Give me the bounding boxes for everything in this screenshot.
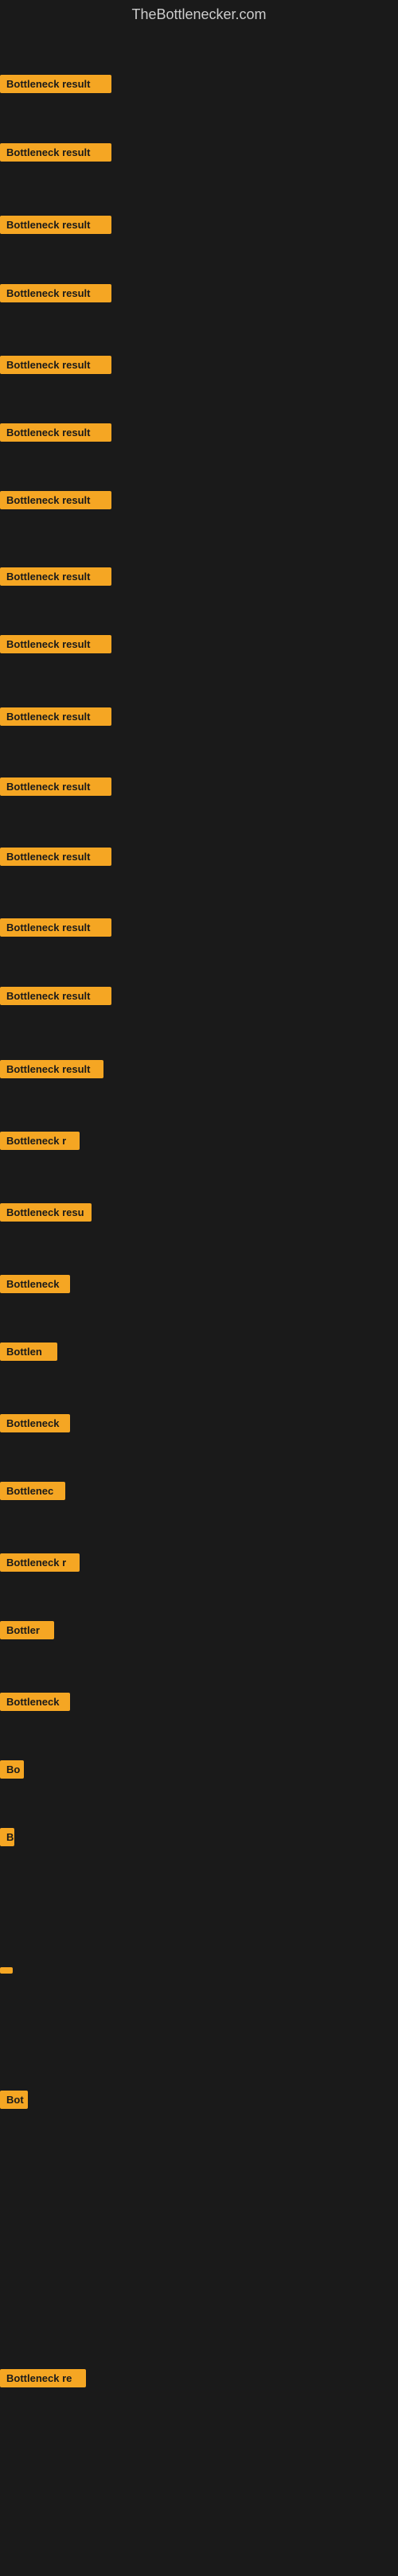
bottleneck-item-9[interactable]: Bottleneck result <box>0 635 111 657</box>
bottleneck-item-11[interactable]: Bottleneck result <box>0 777 111 800</box>
bottleneck-badge-25: Bo <box>0 1760 24 1779</box>
bottleneck-item-10[interactable]: Bottleneck result <box>0 707 111 730</box>
bottleneck-item-28[interactable]: Bot <box>0 2091 28 2113</box>
bottleneck-item-14[interactable]: Bottleneck result <box>0 987 111 1009</box>
bottleneck-item-25[interactable]: Bo <box>0 1760 24 1783</box>
bottleneck-item-16[interactable]: Bottleneck r <box>0 1132 80 1154</box>
bottleneck-badge-21: Bottlenec <box>0 1482 65 1500</box>
bottleneck-item-23[interactable]: Bottler <box>0 1621 54 1643</box>
bottleneck-item-1[interactable]: Bottleneck result <box>0 75 111 97</box>
bottleneck-badge-28: Bot <box>0 2091 28 2109</box>
bottleneck-badge-17: Bottleneck resu <box>0 1203 92 1222</box>
bottleneck-badge-26: B <box>0 1828 14 1846</box>
bottleneck-item-3[interactable]: Bottleneck result <box>0 216 111 238</box>
bottleneck-item-8[interactable]: Bottleneck result <box>0 567 111 590</box>
bottleneck-badge-16: Bottleneck r <box>0 1132 80 1150</box>
bottleneck-badge-13: Bottleneck result <box>0 918 111 937</box>
site-title: TheBottlenecker.com <box>0 0 398 29</box>
bottleneck-badge-1: Bottleneck result <box>0 75 111 93</box>
bottleneck-badge-22: Bottleneck r <box>0 1553 80 1572</box>
bottleneck-badge-12: Bottleneck result <box>0 848 111 866</box>
bottleneck-badge-9: Bottleneck result <box>0 635 111 653</box>
bottleneck-item-18[interactable]: Bottleneck <box>0 1275 70 1297</box>
bottleneck-item-15[interactable]: Bottleneck result <box>0 1060 103 1082</box>
bottleneck-badge-23: Bottler <box>0 1621 54 1639</box>
bottleneck-item-22[interactable]: Bottleneck r <box>0 1553 80 1576</box>
bottleneck-item-21[interactable]: Bottlenec <box>0 1482 65 1504</box>
bottleneck-badge-4: Bottleneck result <box>0 284 111 302</box>
bottleneck-badge-18: Bottleneck <box>0 1275 70 1293</box>
bottleneck-item-12[interactable]: Bottleneck result <box>0 848 111 870</box>
bottleneck-badge-10: Bottleneck result <box>0 707 111 726</box>
bottleneck-item-19[interactable]: Bottlen <box>0 1343 57 1365</box>
bottleneck-item-24[interactable]: Bottleneck <box>0 1693 70 1715</box>
bottleneck-item-2[interactable]: Bottleneck result <box>0 143 111 166</box>
bottleneck-badge-3: Bottleneck result <box>0 216 111 234</box>
bottleneck-item-17[interactable]: Bottleneck resu <box>0 1203 92 1226</box>
bottleneck-badge-15: Bottleneck result <box>0 1060 103 1078</box>
bottleneck-badge-6: Bottleneck result <box>0 423 111 442</box>
bottleneck-item-6[interactable]: Bottleneck result <box>0 423 111 446</box>
bottleneck-badge-2: Bottleneck result <box>0 143 111 162</box>
bottleneck-badge-19: Bottlen <box>0 1343 57 1361</box>
bottleneck-badge-5: Bottleneck result <box>0 356 111 374</box>
bottleneck-badge-20: Bottleneck <box>0 1414 70 1432</box>
bottleneck-badge-7: Bottleneck result <box>0 491 111 509</box>
bottleneck-badge-14: Bottleneck result <box>0 987 111 1005</box>
bottleneck-badge-24: Bottleneck <box>0 1693 70 1711</box>
bottleneck-badge-11: Bottleneck result <box>0 777 111 796</box>
bottleneck-item-13[interactable]: Bottleneck result <box>0 918 111 941</box>
bottleneck-item-5[interactable]: Bottleneck result <box>0 356 111 378</box>
bottleneck-badge-29: Bottleneck re <box>0 2369 86 2387</box>
bottleneck-item-29[interactable]: Bottleneck re <box>0 2369 86 2391</box>
bottleneck-item-26[interactable]: B <box>0 1828 14 1850</box>
bottleneck-badge-27 <box>0 1967 13 1974</box>
bottleneck-item-4[interactable]: Bottleneck result <box>0 284 111 306</box>
bottleneck-badge-8: Bottleneck result <box>0 567 111 586</box>
bottleneck-item-27[interactable] <box>0 1963 13 1978</box>
bottleneck-item-7[interactable]: Bottleneck result <box>0 491 111 513</box>
bottleneck-item-20[interactable]: Bottleneck <box>0 1414 70 1436</box>
